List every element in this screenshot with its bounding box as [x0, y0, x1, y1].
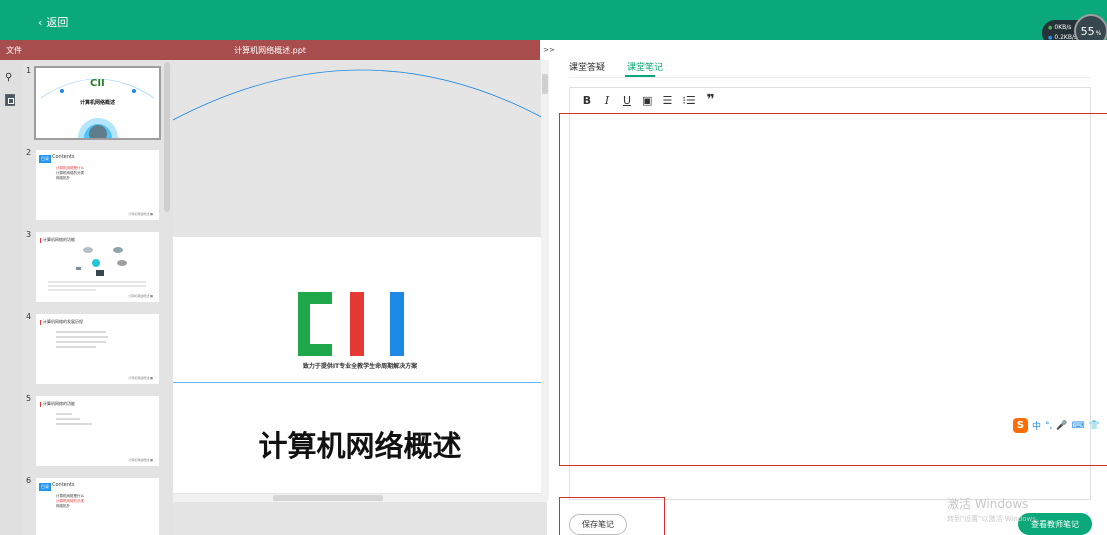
thumbnail-logo: CII [90, 78, 105, 89]
previous-slide-area [173, 60, 547, 230]
ime-toolbar[interactable]: S 中 °, 🎤 ⌨ 👕 [1013, 418, 1100, 433]
slide-thumbnail-4[interactable]: 计算机网络的发展历程 计算机网络概述 ■ [36, 314, 159, 384]
back-button[interactable]: ‹ 返回 [38, 14, 68, 30]
back-label: 返回 [46, 16, 69, 29]
upload-speed: 0KB/s [1048, 23, 1077, 33]
thumbnail-number: 3 [26, 230, 32, 239]
thumbnail-footer: 计算机网络概述 ■ [128, 294, 153, 298]
thumbnail-text-lines [56, 413, 92, 425]
search-icon[interactable]: ⚲ [5, 72, 15, 83]
thumbnail-heading: Contents [52, 154, 75, 160]
thumbnail-heading: Contents [52, 482, 75, 488]
tab-class-notes[interactable]: 课堂笔记 [627, 60, 663, 73]
bullet-list-icon[interactable]: ☰ [662, 94, 672, 107]
editor-toolbar: B I U ▣ ☰ ⁝☰ ❞ [582, 92, 716, 108]
thumbnail-footer: 计算机网络概述 ■ [128, 212, 153, 216]
cpu-usage-unit: % [1095, 30, 1102, 37]
slide-thumbnail-6[interactable]: 目录 Contents 计算机网络是什么 计算机网络的分类 网络拓扑 [36, 478, 159, 535]
image-icon[interactable]: ▣ [642, 94, 652, 107]
thumbnail-tag: 目录 [39, 155, 51, 163]
quote-icon[interactable]: ❞ [706, 92, 716, 108]
thumbnail-title: 计算机网络概述 [79, 100, 115, 106]
left-rail: ⚲ [0, 60, 23, 535]
slide-thumbnail-2[interactable]: 目录 Contents 计算机网络是什么 计算机网络的分类 网络拓扑 计算机网络… [36, 150, 159, 220]
scrollbar-thumb[interactable] [273, 495, 383, 501]
numbered-list-icon[interactable]: ⁝☰ [682, 94, 695, 107]
keyboard-icon[interactable]: ⌨ [1072, 421, 1085, 431]
thumbnail-list-item: 网络拓扑 [56, 504, 70, 508]
watermark-line-1: 激活 Windows [947, 497, 1029, 511]
slide-thumbnail-5[interactable]: 计算机网络的功能 计算机网络概述 ■ [36, 396, 159, 466]
collapse-panel-button[interactable]: >> [540, 40, 558, 60]
slide-thumbnail-3[interactable]: 计算机网络的功能 计算机网络概述 ■ [36, 232, 159, 302]
slide-slogan: 致力于提供IT专业全教学生命周期解决方案 [302, 363, 418, 370]
chevron-left-icon: ‹ [38, 15, 43, 29]
thumbnail-tag: 目录 [39, 483, 51, 491]
sogou-logo-icon: S [1013, 418, 1028, 433]
thumbnail-number: 6 [26, 476, 32, 485]
thumbnail-list: 计算机网络是什么 计算机网络的分类 网络拓扑 [56, 494, 84, 509]
thumbnail-footer: 计算机网络概述 ■ [128, 458, 153, 462]
top-bar: ‹ 返回 [0, 0, 1107, 40]
notes-panel: 课堂答疑 课堂笔记 B I U ▣ ☰ ⁝☰ ❞ S 中 °, 🎤 ⌨ 👕 保存… [558, 40, 1107, 535]
current-slide: 致力于提供IT专业全教学生命周期解决方案 计算机网络概述 [173, 237, 547, 493]
microphone-icon[interactable]: 🎤 [1056, 421, 1067, 431]
thumbnail-text-lines [56, 331, 108, 348]
slide-arc-decoration [173, 69, 547, 121]
slide-thumbnail-1[interactable]: CII 计算机网络概述 [34, 66, 161, 158]
thumbnail-list: 计算机网络是什么 计算机网络的分类 网络拓扑 [56, 166, 84, 181]
presentation-header: 文件 计算机网络概述.ppt [0, 40, 540, 60]
file-name: 计算机网络概述.ppt [234, 46, 306, 55]
thumbnail-number: 2 [26, 148, 32, 157]
slide-thumbnails-panel: 1 CII 计算机网络概述 2 目录 Contents 计算机网络是什么 计算机… [23, 60, 173, 535]
slide-vertical-scrollbar[interactable] [541, 60, 549, 500]
thumbnail-footer: 计算机网络概述 ■ [128, 376, 153, 380]
thumbnail-number: 1 [26, 66, 32, 75]
slide-horizontal-scrollbar[interactable] [173, 494, 547, 502]
watermark-line-2: 转到"设置"以激活 Windows。 [947, 515, 1043, 523]
thumbnail-view-icon[interactable] [5, 94, 15, 106]
cpu-usage-value: 55 [1080, 24, 1095, 38]
underline-button[interactable]: U [622, 94, 632, 107]
thumbnail-number: 4 [26, 312, 32, 321]
bold-button[interactable]: B [582, 94, 592, 107]
windows-activation-watermark: 激活 Windows 转到"设置"以激活 Windows。 [947, 495, 1043, 524]
app-window: ‹ 返回 0KB/s 0.2KB/s 55% 文件 计算机网络概述.ppt >>… [0, 0, 1107, 535]
highlight-editor-frame [559, 113, 1107, 466]
scrollbar-thumb[interactable] [542, 74, 548, 94]
ime-lang[interactable]: 中 [1032, 419, 1041, 432]
punctuation-icon[interactable]: °, [1045, 421, 1052, 431]
slide-viewer: 致力于提供IT专业全教学生命周期解决方案 计算机网络概述 [173, 60, 547, 535]
company-logo [298, 292, 404, 356]
tabs-divider [569, 77, 1091, 78]
thumbnail-scrollbar[interactable] [164, 62, 170, 212]
italic-button[interactable]: I [602, 94, 612, 107]
thumbnail-diagram [48, 247, 146, 291]
notes-tabs: 课堂答疑 课堂笔记 [569, 60, 663, 73]
thumbnail-number: 5 [26, 394, 32, 403]
thumbnail-list-item: 网络拓扑 [56, 176, 70, 180]
slide-title: 计算机网络概述 [258, 429, 462, 463]
slide-divider-line [173, 382, 547, 383]
tab-qa[interactable]: 课堂答疑 [569, 60, 605, 73]
skin-icon[interactable]: 👕 [1089, 421, 1100, 431]
save-notes-button[interactable]: 保存笔记 [569, 514, 627, 535]
